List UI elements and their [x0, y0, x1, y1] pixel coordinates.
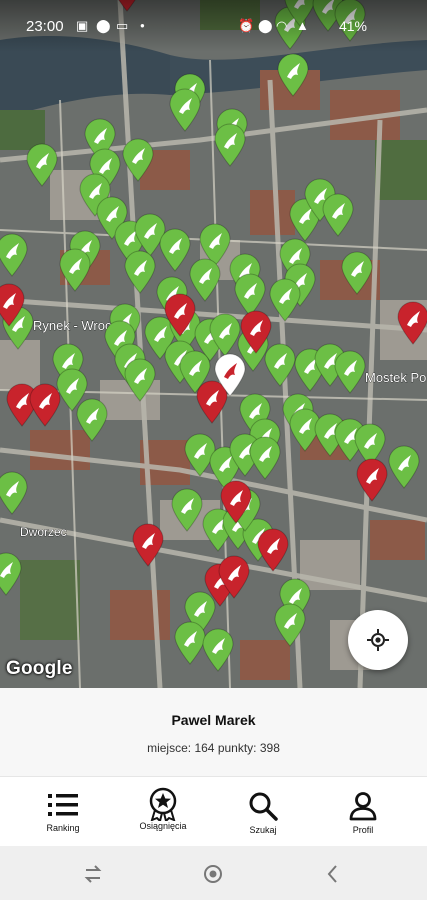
- visited-place-marker[interactable]: [387, 445, 421, 489]
- photo-icon: ▣: [76, 18, 89, 33]
- unvisited-place-marker[interactable]: [217, 555, 251, 599]
- visited-place-marker[interactable]: [170, 488, 204, 532]
- visited-place-marker[interactable]: [248, 436, 282, 480]
- signal-icon: ▲: [296, 18, 309, 33]
- visited-place-marker[interactable]: [58, 248, 92, 292]
- status-bar: 23:00 ▣ ⬤ ▭ ● ⏰ ⬤ ◠ ▲ 41%: [0, 0, 427, 52]
- user-info-panel: Pawel Marek miejsce: 164 punkty: 398: [0, 688, 427, 776]
- home-icon[interactable]: [200, 861, 226, 887]
- my-location-button[interactable]: [348, 610, 408, 670]
- points-label: punkty:: [217, 741, 257, 755]
- unvisited-place-marker[interactable]: [163, 293, 197, 337]
- visited-place-marker[interactable]: [276, 53, 310, 97]
- user-name: Pawel Marek: [171, 712, 256, 728]
- unvisited-place-marker[interactable]: [256, 528, 290, 572]
- place-label: miejsce:: [147, 741, 192, 755]
- visited-place-marker[interactable]: [75, 398, 109, 442]
- user-stats: miejsce: 164 punkty: 398: [0, 741, 427, 755]
- unvisited-place-marker[interactable]: [355, 458, 389, 502]
- visited-place-marker[interactable]: [25, 143, 59, 187]
- visited-place-marker[interactable]: [168, 88, 202, 132]
- wifi-icon: ◠: [276, 18, 288, 33]
- nav-search-label: Szukaj: [249, 825, 277, 835]
- points-value: 398: [259, 741, 280, 755]
- google-logo: Google: [6, 658, 73, 679]
- system-navigation-bar: [0, 846, 427, 900]
- nav-ranking-label: Ranking: [46, 823, 80, 833]
- nav-ranking[interactable]: Ranking: [18, 777, 108, 847]
- award-icon: [149, 787, 177, 821]
- battery-saver-icon: ▭: [116, 18, 129, 33]
- unvisited-place-marker[interactable]: [239, 310, 273, 354]
- visited-place-marker[interactable]: [273, 603, 307, 647]
- visited-place-marker[interactable]: [321, 193, 355, 237]
- recent-apps-icon[interactable]: [80, 861, 106, 887]
- visited-place-marker[interactable]: [158, 228, 192, 272]
- visited-place-marker[interactable]: [0, 552, 23, 596]
- status-time: 23:00: [26, 18, 64, 35]
- dot-icon: ●: [140, 21, 145, 30]
- bottom-navigation: Ranking Osiągnięcia Szukaj Profil: [0, 776, 427, 847]
- svg-text:Mostek Pokutnic: Mostek Pokutnic: [365, 370, 427, 385]
- location-icon: ⬤: [258, 18, 273, 33]
- selected-place-marker[interactable]: [213, 353, 247, 397]
- visited-place-marker[interactable]: [123, 358, 157, 402]
- nav-profile-label: Profil: [352, 825, 374, 835]
- unvisited-place-marker[interactable]: [131, 523, 165, 567]
- map-view[interactable]: Rynek - Wrocław Mostek Pokutnic Dworzec …: [0, 0, 427, 688]
- unvisited-place-marker[interactable]: [396, 301, 427, 345]
- nav-search[interactable]: Szukaj: [218, 777, 308, 847]
- visited-place-marker[interactable]: [213, 123, 247, 167]
- visited-place-marker[interactable]: [123, 250, 157, 294]
- visited-place-marker[interactable]: [340, 251, 374, 295]
- visited-place-marker[interactable]: [0, 233, 29, 277]
- visited-place-marker[interactable]: [333, 350, 367, 394]
- list-icon: [48, 794, 78, 816]
- visited-place-marker[interactable]: [121, 138, 155, 182]
- back-icon[interactable]: [320, 861, 346, 887]
- unvisited-place-marker[interactable]: [0, 283, 26, 327]
- visited-place-marker[interactable]: [0, 471, 29, 515]
- crosshair-icon: [367, 629, 389, 651]
- nav-achievements[interactable]: Osiągnięcia: [118, 777, 208, 847]
- unvisited-place-marker[interactable]: [219, 480, 253, 524]
- visited-place-marker[interactable]: [201, 628, 235, 672]
- svg-text:Dworzec: Dworzec: [20, 525, 67, 539]
- nav-profile[interactable]: Profil: [318, 777, 408, 847]
- visited-place-marker[interactable]: [268, 278, 302, 322]
- unvisited-place-marker[interactable]: [28, 383, 62, 427]
- battery-level: 41%: [338, 18, 367, 34]
- search-icon: [249, 792, 278, 821]
- place-value: 164: [194, 741, 215, 755]
- location-icon: ⬤: [96, 18, 111, 33]
- alarm-icon: ⏰: [238, 18, 255, 33]
- person-icon: [349, 792, 377, 821]
- nav-achievements-label: Osiągnięcia: [139, 821, 187, 831]
